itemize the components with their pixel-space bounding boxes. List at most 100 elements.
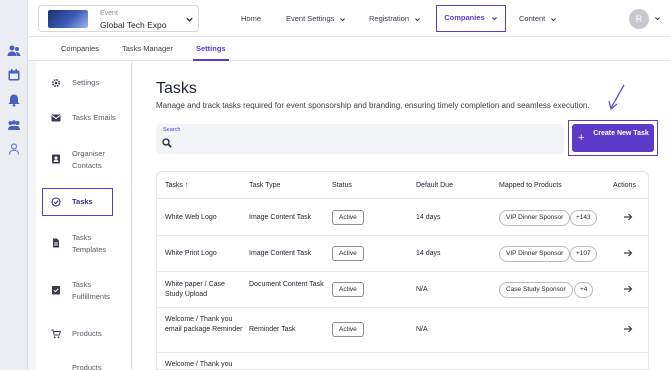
cart-icon (51, 329, 61, 339)
task-check-icon (51, 197, 61, 207)
sidebar-item-tasks[interactable]: Tasks (36, 195, 132, 209)
template-icon (53, 238, 59, 248)
chevron-down-icon (551, 17, 557, 21)
product-chip[interactable]: VIP Dinner Sponsor (499, 210, 571, 226)
column-header-status: Status (332, 182, 352, 189)
create-new-task-label: Create New Task (593, 130, 649, 137)
users-icon[interactable] (7, 44, 21, 58)
more-products-chip[interactable]: +4 (574, 282, 594, 298)
column-header-task-type: Task Type (249, 182, 281, 189)
tab-tasks-manager[interactable]: Tasks Manager (122, 37, 173, 61)
search-label: Search (163, 127, 181, 133)
nav-companies-label: Companies (444, 13, 485, 22)
sidebar-item-tasks-fulfillments[interactable]: Tasks Fulfillments (36, 279, 132, 305)
settings-sidebar: Settings Tasks Emails Organiser Contacts… (36, 61, 132, 370)
search-input[interactable]: Search (156, 124, 564, 154)
sidebar-item-tasks-emails[interactable]: Tasks Emails (36, 111, 132, 125)
annotation-arrow (608, 84, 625, 111)
column-header-tasks[interactable]: Tasks ↑ (165, 172, 188, 199)
product-chip[interactable]: Case Study Sponsor (499, 282, 573, 298)
chevron-down-icon[interactable] (654, 15, 661, 22)
gear-icon (51, 78, 61, 88)
chevron-down-icon (340, 17, 346, 21)
bell-icon[interactable] (7, 93, 21, 107)
groups-icon[interactable] (7, 118, 21, 132)
nav-registration[interactable]: Registration (369, 0, 421, 37)
create-task-highlight: + Create New Task (568, 120, 658, 156)
default-due: N/A (416, 326, 428, 333)
tab-companies[interactable]: Companies (61, 37, 99, 61)
default-due: N/A (416, 286, 428, 293)
more-products-chip[interactable]: +107 (570, 246, 597, 262)
top-navigation-bar: Event Global Tech Expo Home Event Settin… (28, 0, 670, 37)
task-type: Reminder Task (249, 326, 296, 333)
chevron-down-icon (415, 17, 421, 21)
nav-content-label: Content (519, 14, 546, 23)
sidebar-item-label: Tasks Templates (72, 233, 107, 254)
event-selector-caption: Event (100, 10, 118, 17)
task-type: Image Content Task (249, 250, 312, 257)
sidebar-item-products-more[interactable]: Products (36, 361, 132, 370)
create-new-task-button[interactable]: + Create New Task (572, 124, 654, 152)
event-selector-value: Global Tech Expo (100, 20, 167, 30)
sidebar-item-label: Products (72, 329, 102, 338)
calendar-icon[interactable] (7, 68, 21, 82)
table-header: Tasks ↑ Task Type Status Default Due Map… (157, 172, 648, 199)
more-products-chip[interactable]: +143 (570, 210, 597, 226)
column-header-default-due: Default Due (416, 182, 453, 189)
nav-content[interactable]: Content (519, 0, 557, 37)
task-type: Image Content Task (249, 214, 312, 221)
status-badge: Active (332, 210, 364, 225)
event-selector[interactable]: Event Global Tech Expo (38, 5, 199, 32)
event-logo (48, 10, 88, 28)
chevron-down-icon (491, 16, 497, 20)
sidebar-item-label: Tasks Fulfillments (72, 280, 110, 301)
search-icon (162, 138, 172, 148)
column-header-mapped-products: Mapped to Products (499, 182, 562, 189)
plus-icon: + (578, 132, 585, 144)
arrow-right-icon[interactable] (623, 212, 633, 222)
sidebar-item-label: Tasks Emails (72, 113, 116, 122)
nav-home[interactable]: Home (241, 0, 261, 37)
arrow-right-icon[interactable] (623, 324, 633, 334)
companies-subtabs: Companies Tasks Manager Settings (28, 37, 670, 61)
user-avatar[interactable]: R (629, 9, 649, 29)
default-due: 14 days (416, 250, 441, 257)
nav-home-label: Home (241, 14, 262, 23)
main-content: Tasks Manage and track tasks required fo… (133, 61, 670, 370)
task-name: Welcome / Thank you (165, 361, 233, 368)
mail-icon (51, 114, 61, 122)
table-row[interactable]: White Print Logo Image Content Task Acti… (157, 236, 648, 272)
page-description: Manage and track tasks required for even… (156, 101, 590, 110)
sidebar-item-organiser-contacts[interactable]: Organiser Contacts (36, 148, 132, 174)
page-title: Tasks (156, 80, 197, 97)
column-header-actions: Actions (613, 182, 636, 189)
nav-registration-label: Registration (369, 14, 410, 23)
table-row[interactable]: Welcome / Thank you email package Remind… (157, 308, 648, 353)
arrow-right-icon[interactable] (623, 284, 633, 294)
sidebar-item-label: Settings (72, 78, 100, 87)
table-row[interactable]: Welcome / Thank you (157, 353, 648, 369)
sidebar-item-products[interactable]: Products (36, 327, 132, 341)
contact-icon (52, 154, 60, 164)
sidebar-item-label: Organiser Contacts (72, 149, 105, 170)
default-due: 14 days (416, 214, 441, 221)
sidebar-item-label: Products (72, 363, 102, 370)
task-type: Document Content Task (249, 281, 324, 288)
task-name: White Print Logo (165, 250, 217, 257)
sidebar-item-label: Tasks (72, 197, 93, 206)
table-row[interactable]: White paper / Case Study Upload Document… (157, 272, 648, 308)
person-outline-icon[interactable] (7, 142, 21, 156)
tab-settings[interactable]: Settings (193, 37, 229, 61)
product-chip[interactable]: VIP Dinner Sponsor (499, 246, 571, 262)
status-badge: Active (332, 322, 364, 337)
sidebar-item-settings[interactable]: Settings (36, 76, 132, 90)
app-icon-rail (0, 0, 28, 370)
table-row[interactable]: White Web Logo Image Content Task Active… (157, 199, 648, 236)
tasks-table: Tasks ↑ Task Type Status Default Due Map… (156, 171, 649, 370)
status-badge: Active (332, 282, 364, 297)
arrow-right-icon[interactable] (623, 248, 633, 258)
sidebar-item-tasks-templates[interactable]: Tasks Templates (36, 232, 132, 258)
nav-event-settings[interactable]: Event Settings (286, 0, 346, 37)
nav-companies[interactable]: Companies (436, 5, 506, 32)
